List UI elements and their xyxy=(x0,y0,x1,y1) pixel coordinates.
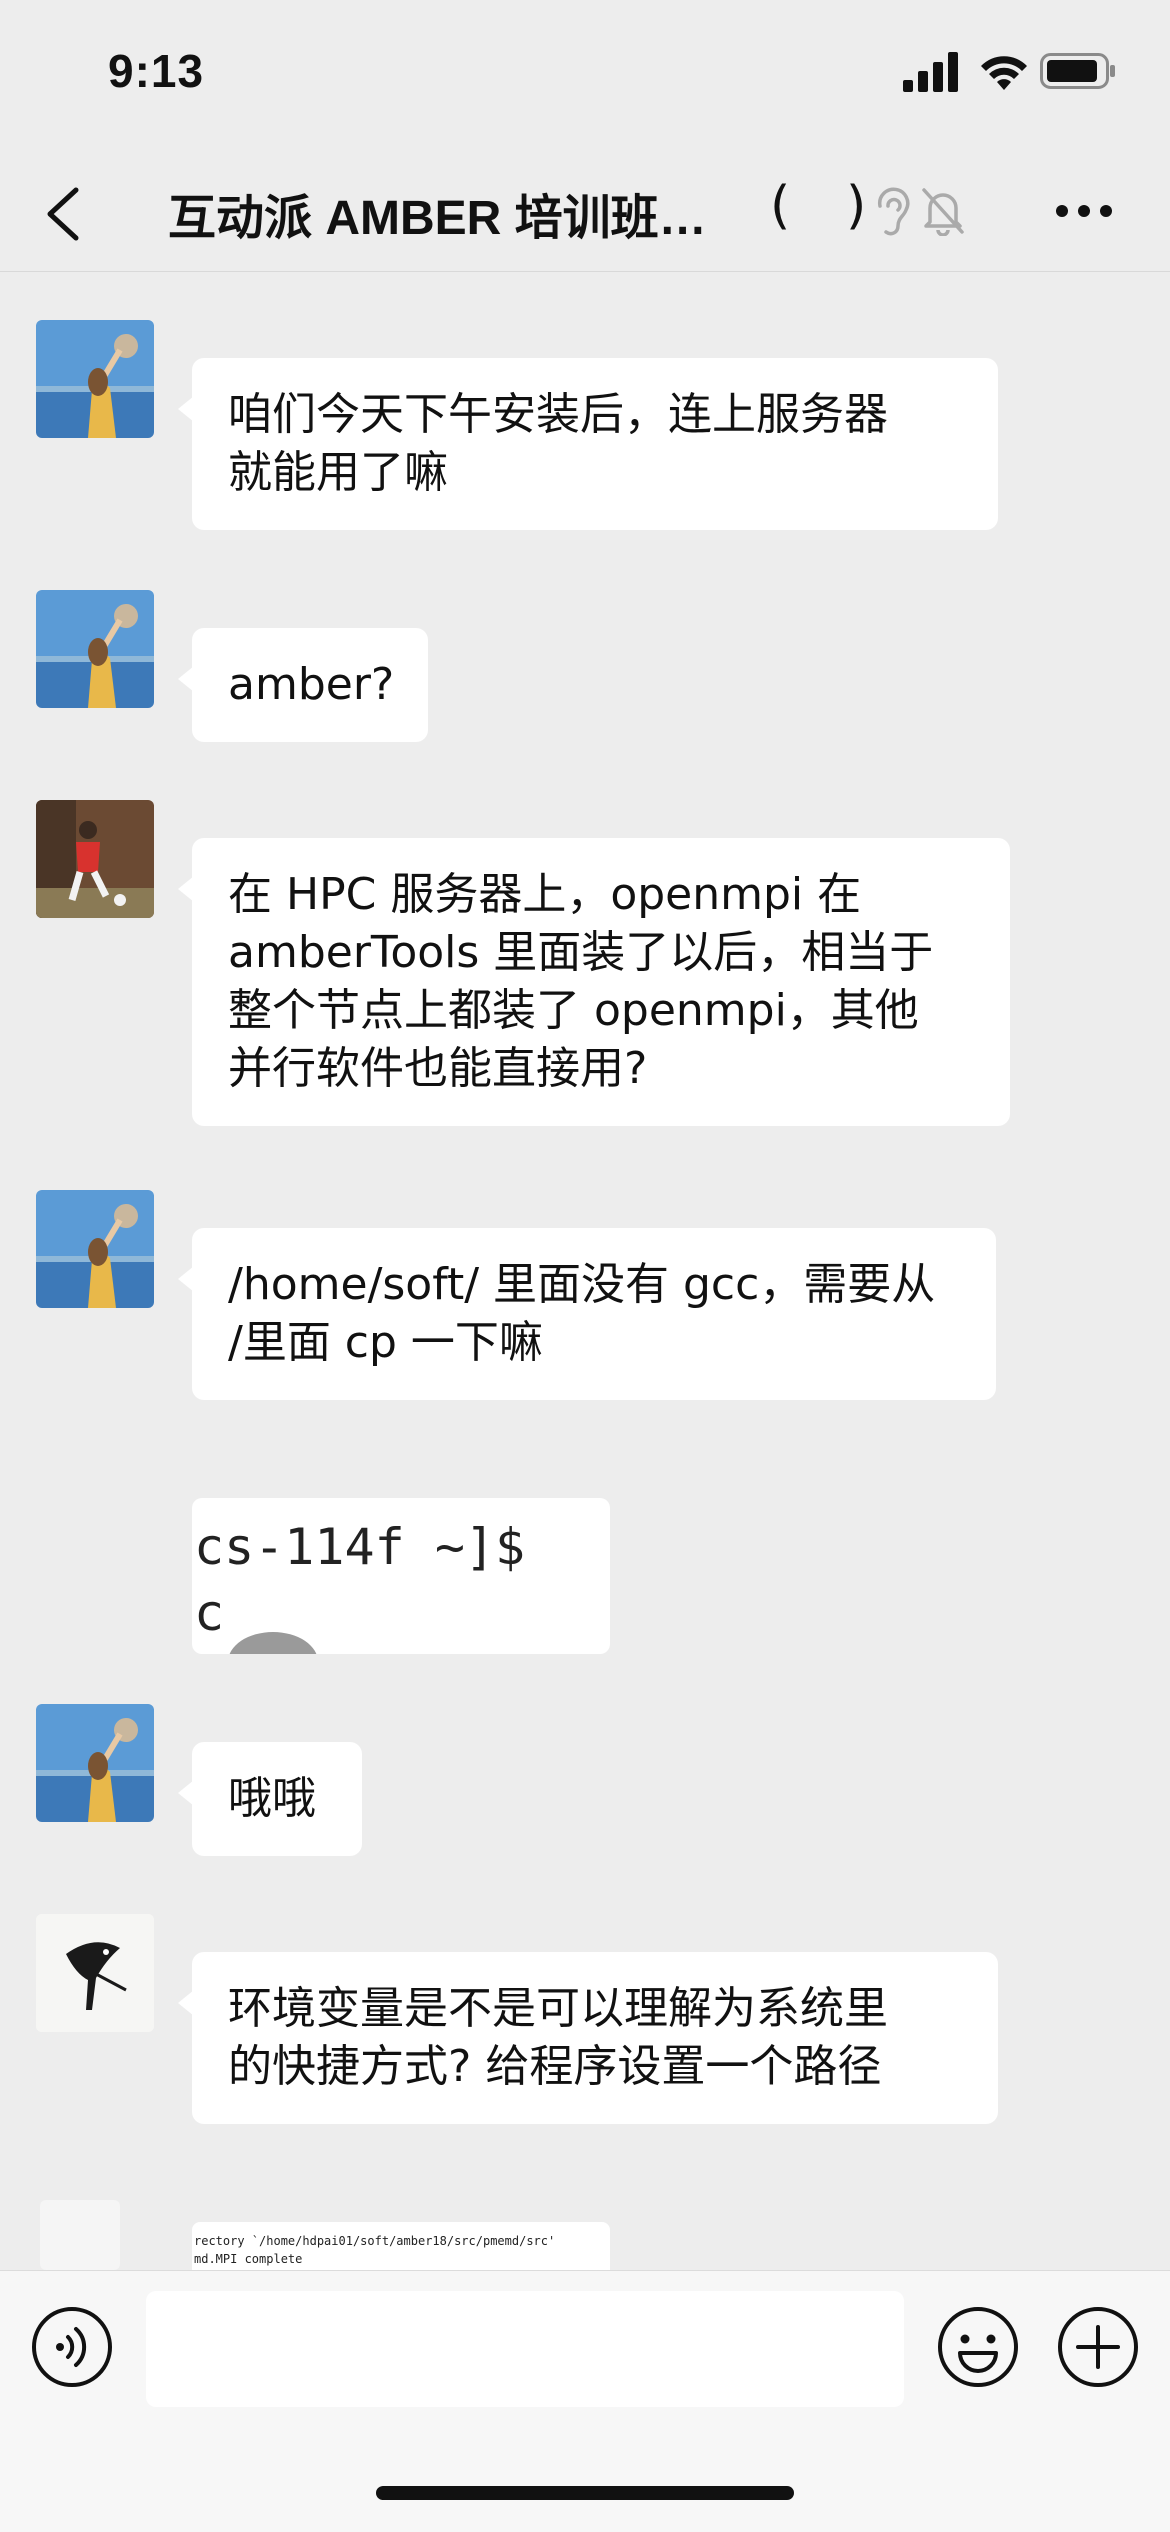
title-paren-close: ) xyxy=(846,176,867,236)
message-line: 就能用了嘛 xyxy=(228,447,448,498)
avatar-soccer-player[interactable] xyxy=(36,800,154,918)
voice-icon[interactable] xyxy=(30,2305,114,2389)
beach-girl-photo-icon xyxy=(36,1190,154,1308)
avatar-beach-girl[interactable] xyxy=(36,1190,154,1308)
avatar-partial[interactable] xyxy=(40,2200,120,2270)
message-line: 哦哦 xyxy=(228,1773,316,1824)
message-bubble[interactable]: 咱们今天下午安装后，连上服务器 就能用了嘛 xyxy=(178,358,998,530)
terminal-line: rectory `/home/hdpai01/soft/amber18/src/… xyxy=(194,2234,556,2248)
battery-icon xyxy=(1040,53,1115,89)
message-line: 在 HPC 服务器上，openmpi 在 xyxy=(228,869,862,920)
ear-icon xyxy=(877,187,910,236)
message-bubble[interactable]: 环境变量是不是可以理解为系统里 的快捷方式? 给程序设置一个路径 xyxy=(178,1952,998,2124)
message-bubble[interactable]: 在 HPC 服务器上，openmpi 在 amberTools 里面装了以后，相… xyxy=(178,838,1010,1126)
image-message[interactable]: cs-114f ~]$ c xyxy=(192,1498,610,1654)
beach-girl-photo-icon xyxy=(36,320,154,438)
wifi-icon xyxy=(981,56,1027,90)
message-line: 的快捷方式? 给程序设置一个路径 xyxy=(228,2041,882,2092)
status-time: 9:13 xyxy=(108,45,205,97)
terminal-line: cs-114f ~]$ xyxy=(194,1518,526,1576)
message-line: 咱们今天下午安装后，连上服务器 xyxy=(228,389,888,440)
signal-icon xyxy=(903,52,958,92)
title-paren-open: ( xyxy=(770,176,791,236)
home-indicator[interactable] xyxy=(376,2486,794,2500)
avatar-bird-ink[interactable] xyxy=(36,1914,154,2032)
message-line: amberTools 里面装了以后，相当于 xyxy=(228,927,934,978)
back-chevron-icon[interactable] xyxy=(40,182,90,246)
message-line: 整个节点上都装了 openmpi，其他 xyxy=(228,985,919,1036)
avatar-beach-girl[interactable] xyxy=(36,1704,154,1822)
image-message[interactable]: rectory `/home/hdpai01/soft/amber18/src/… xyxy=(192,2222,610,2270)
beach-girl-photo-icon xyxy=(36,590,154,708)
message-line: 并行软件也能直接用? xyxy=(228,1043,648,1094)
message-line: amber? xyxy=(228,659,395,710)
message-input[interactable] xyxy=(146,2291,904,2407)
message-bubble[interactable]: amber? xyxy=(178,628,428,742)
message-line: /home/soft/ 里面没有 gcc，需要从 xyxy=(228,1259,936,1310)
message-line: /里面 cp 一下嘛 xyxy=(228,1317,543,1368)
message-bubble[interactable]: /home/soft/ 里面没有 gcc，需要从 /里面 cp 一下嘛 xyxy=(178,1228,996,1400)
ink-bird-icon xyxy=(36,1914,154,2032)
avatar-beach-girl[interactable] xyxy=(36,590,154,708)
chat-header: 互动派 AMBER 培训班… ( ) xyxy=(0,150,1170,272)
status-bar: 9:13 xyxy=(0,0,1170,150)
image-artifact xyxy=(228,1632,318,1654)
terminal-line: c xyxy=(194,1584,225,1642)
soccer-player-photo-icon xyxy=(36,800,154,918)
emoji-icon[interactable] xyxy=(936,2305,1020,2389)
avatar-beach-girl[interactable] xyxy=(36,320,154,438)
mute-bell-icon xyxy=(922,188,964,236)
terminal-line: md.MPI complete xyxy=(194,2252,303,2266)
chat-message-list[interactable]: 咱们今天下午安装后，连上服务器 就能用了嘛 amber? 在 HPC 服务器上，… xyxy=(0,272,1170,2270)
plus-icon[interactable] xyxy=(1056,2305,1140,2389)
more-icon[interactable] xyxy=(1054,202,1114,220)
beach-girl-photo-icon xyxy=(36,1704,154,1822)
chat-title[interactable]: 互动派 AMBER 培训班… xyxy=(168,178,707,248)
message-bubble[interactable]: 哦哦 xyxy=(178,1742,362,1856)
message-line: 环境变量是不是可以理解为系统里 xyxy=(228,1983,888,2034)
